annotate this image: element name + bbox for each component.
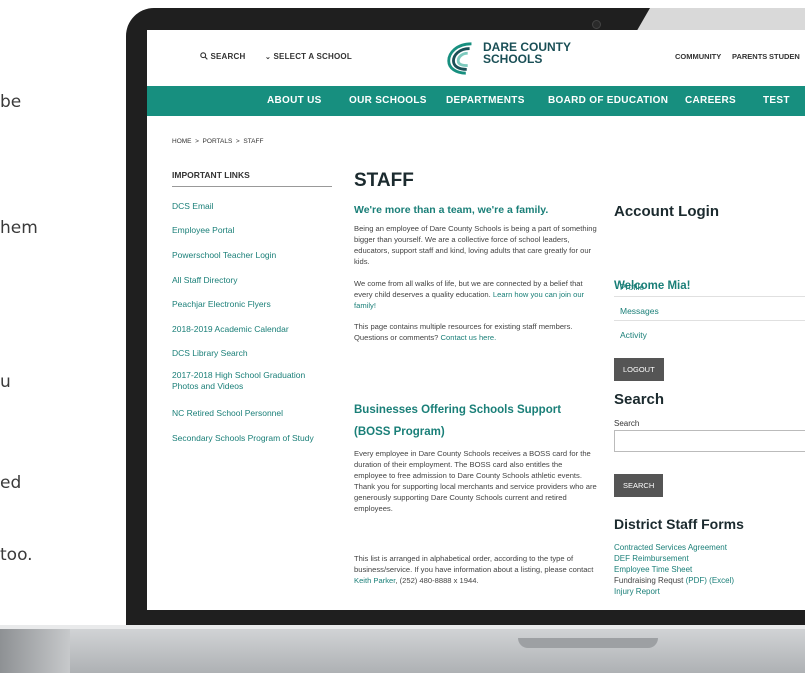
link-graduation-photos[interactable]: 2017-2018 High School Graduation Photos …: [172, 370, 322, 392]
logo-wordmark[interactable]: DARE COUNTY SCHOOLS: [483, 41, 571, 65]
intro-paragraph: Being an employee of Dare County Schools…: [354, 224, 597, 266]
chevron-down-icon: ⌄: [265, 54, 272, 61]
dare-county-logo-icon[interactable]: [443, 40, 481, 76]
account-login-title: Account Login: [614, 203, 719, 220]
resources-paragraph: This page contains multiple resources fo…: [354, 321, 597, 343]
nav-departments[interactable]: DEPARTMENTS: [446, 95, 525, 106]
business-list-paragraph: This list is arranged in alphabetical or…: [354, 553, 597, 586]
link-peachjar-flyers[interactable]: Peachjar Electronic Flyers: [172, 299, 327, 310]
breadcrumb-staff: STAFF: [243, 138, 264, 145]
fundraising-label: Fundraising Requst: [614, 576, 686, 585]
fundraising-excel-link[interactable]: (Excel): [709, 576, 734, 585]
parents-link[interactable]: PARENTS: [732, 52, 767, 61]
search-button[interactable]: SEARCH: [614, 474, 664, 497]
form-injury-report[interactable]: Injury Report: [614, 587, 660, 597]
breadcrumb-separator: >: [234, 138, 242, 145]
important-links-title: IMPORTANT LINKS: [172, 170, 250, 180]
background-text: hem: [0, 218, 38, 238]
logo-line-2: SCHOOLS: [483, 52, 543, 66]
link-powerschool-teacher-login[interactable]: Powerschool Teacher Login: [172, 250, 327, 261]
main-subtitle: We're more than a team, we're a family.: [354, 204, 549, 216]
search-field-label: Search: [614, 419, 640, 428]
background-text: ed: [0, 473, 22, 493]
students-link[interactable]: STUDEN: [769, 52, 800, 61]
boss-title-line-1: Businesses Offering Schools Support: [354, 404, 562, 416]
search-input[interactable]: [614, 430, 805, 452]
breadcrumb-home[interactable]: HOME: [172, 138, 192, 145]
family-paragraph: We come from all walks of life, but we a…: [354, 278, 597, 311]
account-profile-link[interactable]: Profile: [620, 282, 644, 292]
main-nav: ABOUT US OUR SCHOOLS DEPARTMENTS BOARD O…: [147, 86, 805, 116]
background-text: be: [0, 92, 22, 112]
link-academic-calendar[interactable]: 2018-2019 Academic Calendar: [172, 324, 327, 335]
form-def-reimbursement[interactable]: DEF Reimbursement: [614, 554, 689, 564]
laptop-hinge-notch: [518, 638, 658, 648]
search-title: Search: [614, 391, 665, 408]
page-title: STAFF: [354, 170, 414, 191]
laptop-base-shadow: [0, 625, 70, 673]
contact-us-link[interactable]: Contact us here.: [441, 333, 497, 342]
link-dcs-library-search[interactable]: DCS Library Search: [172, 348, 327, 359]
breadcrumb-separator: >: [193, 138, 201, 145]
laptop-base: [0, 625, 805, 673]
nav-careers[interactable]: CAREERS: [685, 95, 736, 106]
breadcrumb-portals[interactable]: PORTALS: [203, 138, 233, 145]
select-school-dropdown[interactable]: ⌄ SELECT A SCHOOL: [265, 52, 352, 61]
link-all-staff-directory[interactable]: All Staff Directory: [172, 275, 327, 286]
form-contracted-services[interactable]: Contracted Services Agreement: [614, 543, 727, 553]
nav-board-of-education[interactable]: BOARD OF EDUCATION: [548, 95, 668, 106]
nav-about-us[interactable]: ABOUT US: [267, 95, 322, 106]
search-link[interactable]: SEARCH: [200, 52, 245, 61]
laptop-screen: SEARCH ⌄ SELECT A SCHOOL DARE COUNTY SCH…: [147, 30, 805, 610]
account-messages-link[interactable]: Messages: [620, 306, 659, 316]
logout-button[interactable]: LOGOUT: [614, 358, 664, 381]
business-list-tail: , (252) 480-8888 x 1944.: [395, 576, 479, 585]
account-activity-link[interactable]: Activity: [620, 330, 647, 340]
business-list-text: This list is arranged in alphabetical or…: [354, 554, 594, 574]
camera-icon: [592, 20, 601, 29]
link-dcs-email[interactable]: DCS Email: [172, 201, 327, 212]
utility-bar: SEARCH ⌄ SELECT A SCHOOL DARE COUNTY SCH…: [147, 30, 805, 86]
search-icon: [200, 52, 208, 60]
community-link[interactable]: COMMUNITY: [675, 52, 721, 61]
select-school-label: SELECT A SCHOOL: [273, 52, 352, 61]
keith-parker-link[interactable]: Keith Parker: [354, 576, 395, 585]
boss-title-line-2: (BOSS Program): [354, 426, 445, 438]
nav-our-schools[interactable]: OUR SCHOOLS: [349, 95, 427, 106]
background-text: too.: [0, 545, 33, 565]
form-fundraising-request: Fundraising Requst (PDF) (Excel): [614, 576, 734, 586]
background-text: u: [0, 372, 11, 392]
link-secondary-program-of-study[interactable]: Secondary Schools Program of Study: [172, 433, 322, 444]
divider: [614, 320, 805, 321]
boss-paragraph: Every employee in Dare County Schools re…: [354, 449, 597, 513]
search-link-label: SEARCH: [210, 52, 246, 61]
divider: [172, 186, 332, 187]
link-employee-portal[interactable]: Employee Portal: [172, 225, 327, 236]
form-employee-time-sheet[interactable]: Employee Time Sheet: [614, 565, 692, 575]
divider: [614, 296, 805, 297]
laptop-base-edge: [0, 625, 805, 629]
breadcrumb: HOME > PORTALS > STAFF: [172, 138, 263, 145]
link-nc-retired-personnel[interactable]: NC Retired School Personnel: [172, 408, 327, 419]
district-staff-forms-title: District Staff Forms: [614, 516, 744, 532]
nav-test[interactable]: TEST: [763, 95, 790, 106]
fundraising-pdf-link[interactable]: (PDF): [686, 576, 707, 585]
